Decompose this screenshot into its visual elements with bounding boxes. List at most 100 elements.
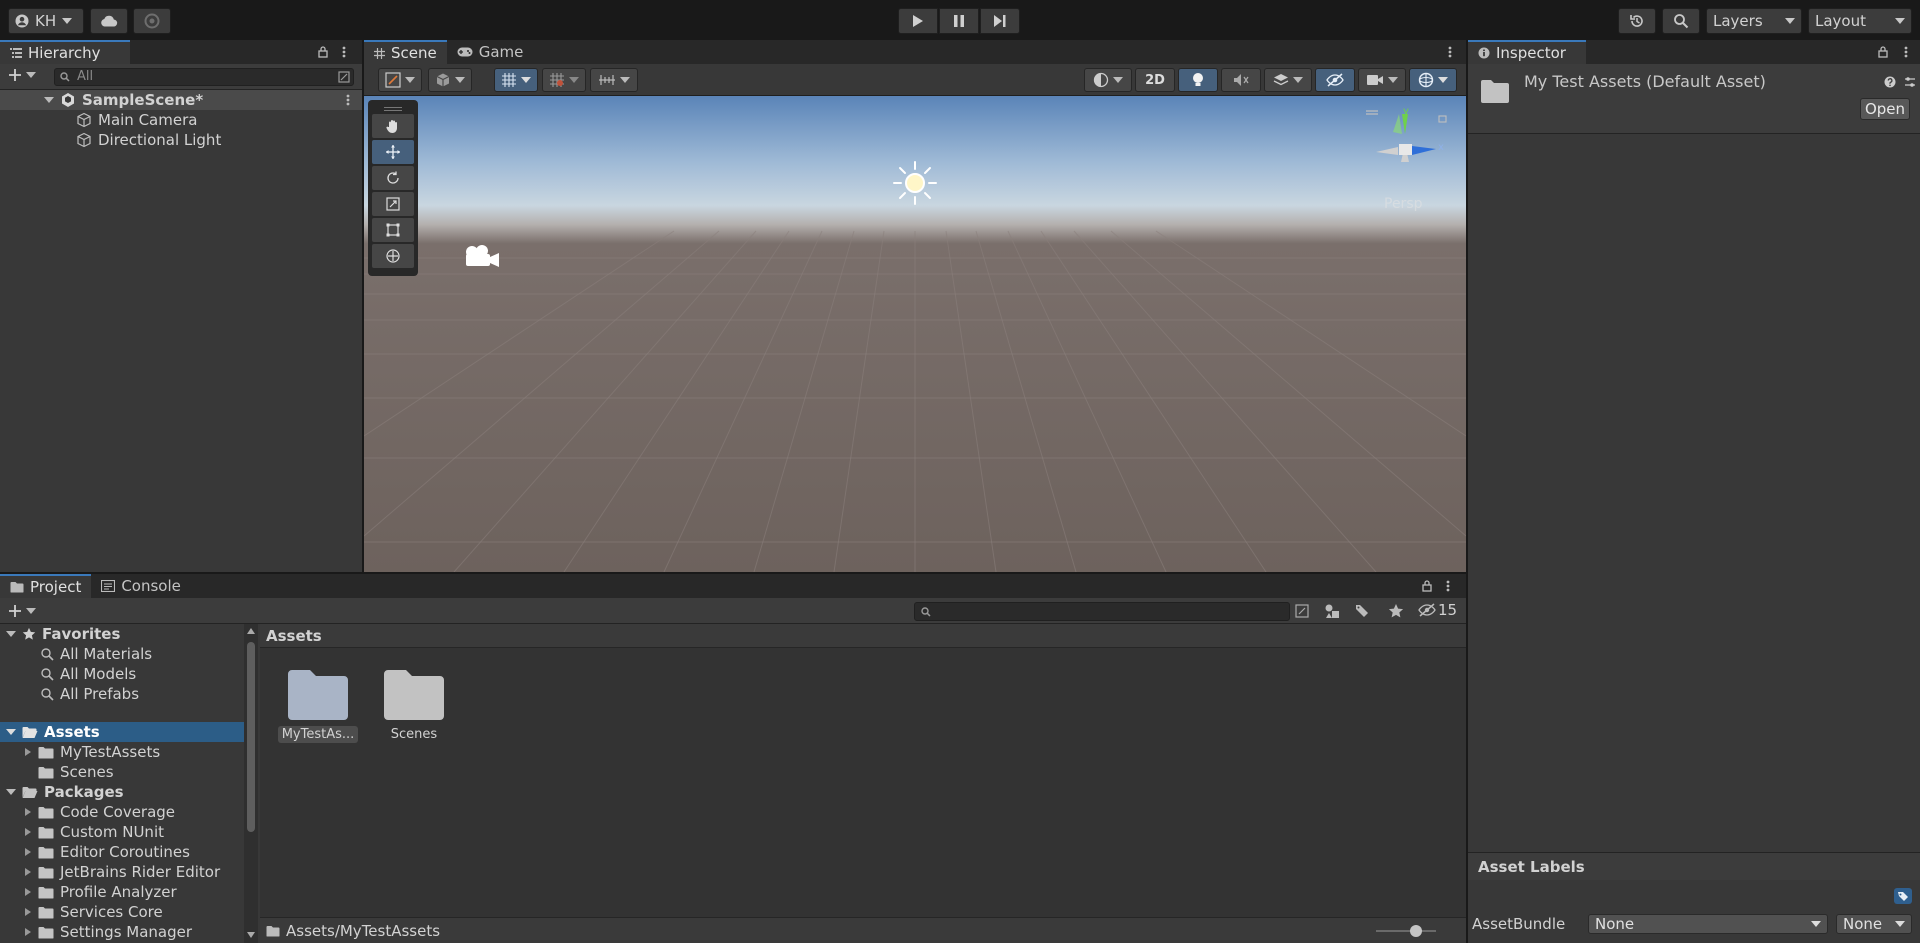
layout-dropdown[interactable]: Layout [1808,8,1912,34]
gizmos-dropdown[interactable] [1409,68,1457,92]
ruler-snap-dropdown[interactable] [590,68,638,92]
expand-arrow-icon[interactable] [24,907,32,917]
package-item[interactable]: Custom NUnit [0,822,244,842]
lock-icon[interactable] [1878,46,1888,58]
orientation-gizmo[interactable]: y x Persp [1356,106,1456,216]
breadcrumb-assets[interactable]: Assets [266,627,322,645]
slider-handle[interactable] [1410,925,1422,937]
shading-mode-dropdown[interactable] [428,68,472,92]
camera-settings-dropdown[interactable] [1358,68,1406,92]
transform-tool-button[interactable] [372,244,414,268]
expand-arrow-icon[interactable] [6,631,16,637]
package-item[interactable]: Code Coverage [0,802,244,822]
asset-tile-mytestassets[interactable]: MyTestAs... [278,666,358,743]
tab-hierarchy[interactable]: Hierarchy [0,40,130,64]
audio-toggle[interactable] [1221,68,1261,92]
package-item[interactable]: Editor Coroutines [0,842,244,862]
cloud-button[interactable] [90,8,128,34]
drag-handle[interactable] [368,100,418,108]
favorites-row[interactable]: Favorites [0,624,244,644]
icon-size-slider[interactable] [1376,925,1436,937]
scene-viewport[interactable]: y x Persp [364,96,1466,572]
scale-tool-button[interactable] [372,192,414,216]
open-button[interactable]: Open [1860,98,1910,120]
search-button[interactable] [1662,8,1700,34]
effects-dropdown[interactable] [1264,68,1312,92]
projection-label[interactable]: Persp [1384,196,1423,212]
draw-mode-dropdown[interactable] [378,68,422,92]
hidden-objects-toggle[interactable] [1315,68,1355,92]
scroll-down-icon[interactable] [247,932,255,938]
favorite-item[interactable]: All Prefabs [0,684,244,704]
tab-console[interactable]: Console [91,574,191,598]
create-dropdown[interactable] [8,604,36,618]
search-by-type-icon[interactable] [338,71,350,83]
filter-by-type-icon[interactable] [1324,603,1340,619]
assets-root-row[interactable]: Assets [0,722,244,742]
search-by-type-icon[interactable] [1295,604,1309,618]
expand-arrow-icon[interactable] [24,887,32,897]
asset-bundle-variant-dropdown[interactable]: None [1836,914,1912,934]
star-icon[interactable] [1388,603,1404,619]
settings-sliders-icon[interactable] [1904,76,1916,88]
lighting-toggle[interactable] [1178,68,1218,92]
hierarchy-scene-row[interactable]: SampleScene* [0,90,362,110]
layers-dropdown[interactable]: Layers [1706,8,1802,34]
package-item[interactable]: Profile Analyzer [0,882,244,902]
label-tag-icon[interactable] [1894,888,1912,904]
kebab-menu-icon[interactable] [346,94,350,106]
grid-snap-dropdown[interactable] [494,68,538,92]
asset-bundle-dropdown[interactable]: None [1588,914,1828,934]
tab-game[interactable]: Game [447,40,534,64]
kebab-menu-icon[interactable] [1446,580,1450,592]
folder-tree-scrollbar[interactable] [244,624,258,943]
rotate-tool-button[interactable] [372,166,414,190]
pause-button[interactable] [939,8,979,34]
lock-icon[interactable] [318,46,328,58]
hierarchy-item-directional-light[interactable]: Directional Light [0,130,362,150]
expand-arrow-icon[interactable] [24,747,32,757]
help-icon[interactable] [1884,76,1896,88]
expand-arrow-icon[interactable] [24,927,32,937]
favorite-item[interactable]: All Models [0,664,244,684]
rect-tool-button[interactable] [372,218,414,242]
favorite-item[interactable]: All Materials [0,644,244,664]
kebab-menu-icon[interactable] [1904,46,1908,58]
increment-snap-dropdown[interactable] [542,68,586,92]
create-dropdown[interactable] [8,68,36,82]
account-dropdown[interactable]: KH [8,8,84,34]
project-search-input[interactable] [914,602,1290,621]
play-button[interactable] [898,8,938,34]
expand-arrow-icon[interactable] [24,867,32,877]
package-item[interactable]: Settings Manager [0,922,244,942]
toggle-2d-button[interactable]: 2D [1135,68,1175,92]
scrollbar-thumb[interactable] [247,642,255,832]
asset-tile-scenes[interactable]: Scenes [374,666,454,743]
tab-project[interactable]: Project [0,574,92,598]
expand-arrow-icon[interactable] [24,827,32,837]
hand-tool-button[interactable] [372,114,414,138]
expand-arrow-icon[interactable] [6,789,16,795]
kebab-menu-icon[interactable] [1448,46,1452,58]
hierarchy-search-input[interactable]: All [54,68,354,86]
hierarchy-item-main-camera[interactable]: Main Camera [0,110,362,130]
expand-arrow-icon[interactable] [24,807,32,817]
filter-by-label-icon[interactable] [1354,603,1370,619]
folder-item-scenes[interactable]: Scenes [0,762,244,782]
kebab-menu-icon[interactable] [342,46,346,58]
directional-light-gizmo-icon[interactable] [892,160,938,206]
render-mode-dropdown[interactable] [1084,68,1132,92]
scroll-up-icon[interactable] [247,628,255,634]
tab-inspector[interactable]: Inspector [1468,40,1586,64]
move-tool-button[interactable] [372,140,414,164]
packages-root-row[interactable]: Packages [0,782,244,802]
undo-history-button[interactable] [1618,8,1656,34]
hidden-packages-toggle[interactable]: 15 [1418,601,1457,619]
folder-item-mytestassets[interactable]: MyTestAssets [0,742,244,762]
collab-button[interactable] [133,8,171,34]
package-item[interactable]: Services Core [0,902,244,922]
expand-arrow-icon[interactable] [24,847,32,857]
camera-gizmo-icon[interactable] [462,242,502,272]
package-item[interactable]: JetBrains Rider Editor [0,862,244,882]
lock-icon[interactable] [1422,580,1432,592]
